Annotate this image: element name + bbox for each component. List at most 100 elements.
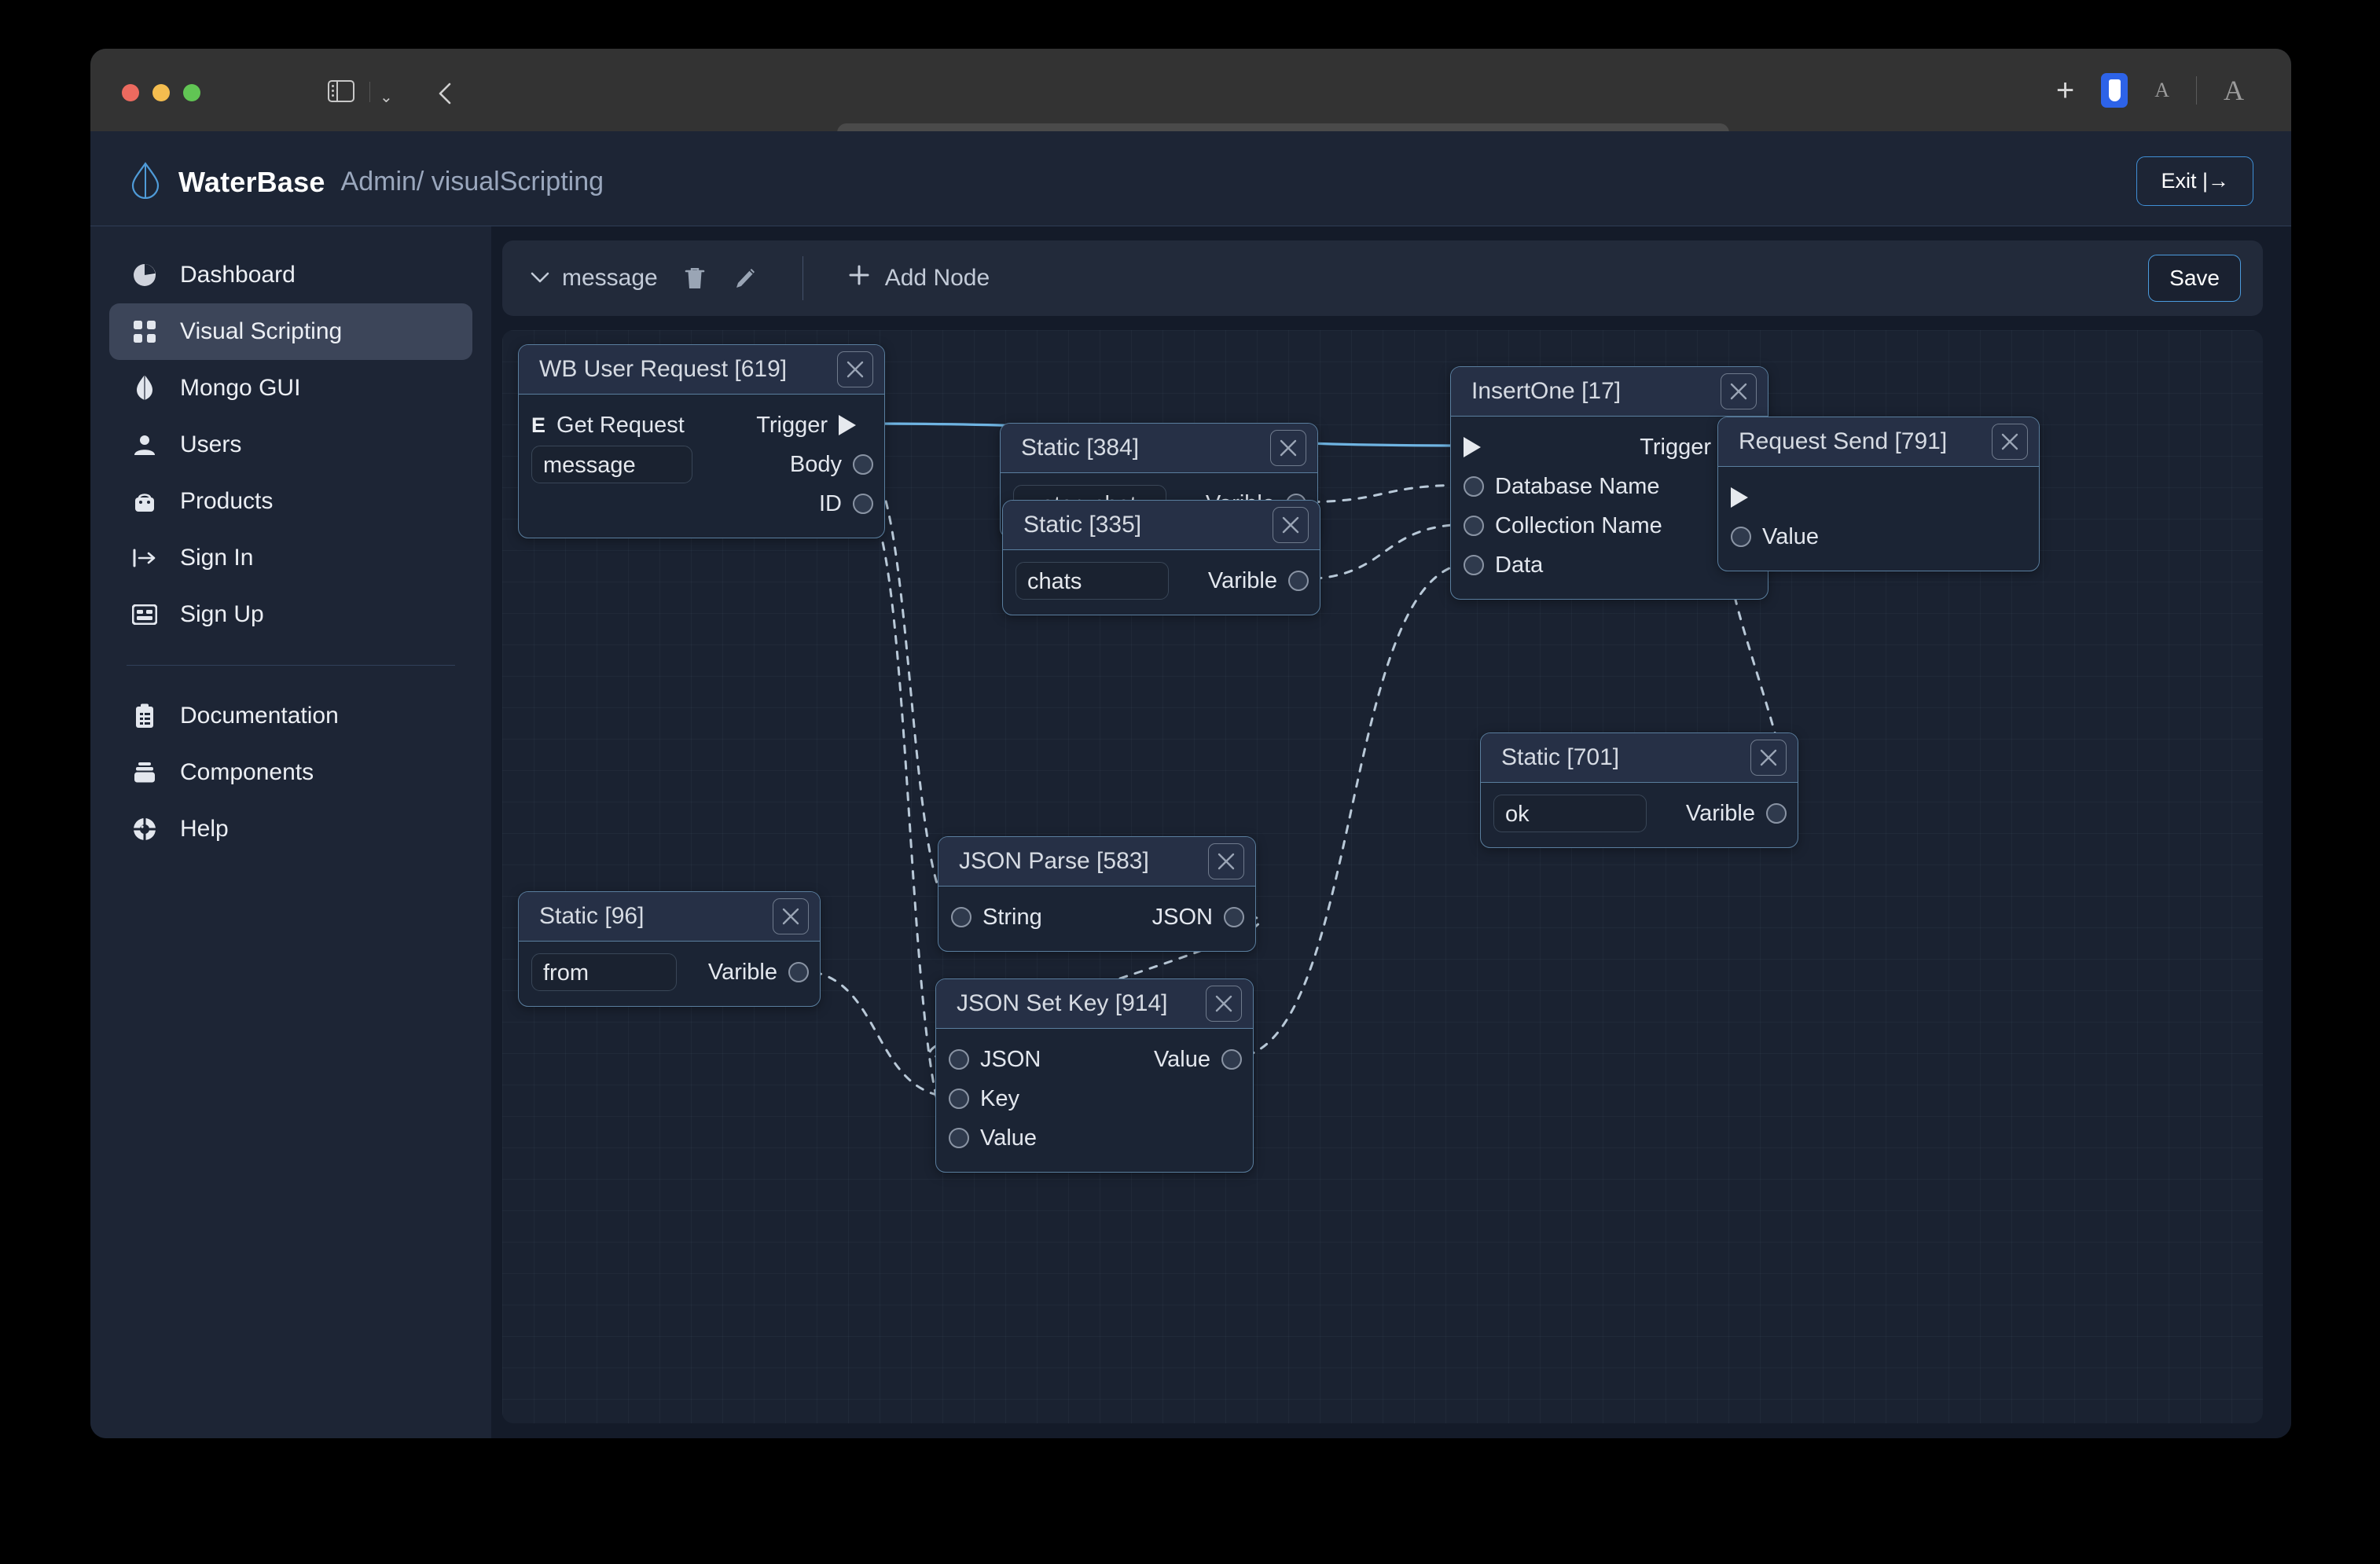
node-port-row: E Get Request Trigger: [519, 406, 884, 445]
close-icon[interactable]: [1273, 507, 1309, 543]
script-selector[interactable]: message: [529, 265, 658, 292]
sidebar-item-dashboard[interactable]: Dashboard: [109, 247, 472, 303]
stack-icon: [131, 759, 158, 786]
data-in-port[interactable]: [949, 1049, 969, 1070]
minimize-window-button[interactable]: [152, 84, 170, 101]
node-header[interactable]: Static [701]: [1481, 733, 1798, 783]
node-port-row: String JSON: [938, 898, 1255, 937]
node-port-row: message Body: [519, 445, 884, 484]
app-body: Dashboard Visual Scripting Mongo GUI Use…: [90, 226, 2291, 1438]
close-window-button[interactable]: [122, 84, 139, 101]
node-n335[interactable]: Static [335] chats Varible: [1002, 500, 1320, 615]
node-header[interactable]: InsertOne [17]: [1451, 367, 1768, 417]
node-header[interactable]: Static [335]: [1003, 501, 1320, 550]
data-out-port[interactable]: [1224, 907, 1244, 927]
data-in-port[interactable]: [1464, 476, 1484, 497]
node-n96[interactable]: Static [96] from Varible: [518, 891, 821, 1007]
node-header[interactable]: Request Send [791]: [1718, 417, 2039, 467]
data-in-port[interactable]: [1464, 555, 1484, 575]
node-n701[interactable]: Static [701] ok Varible: [1480, 732, 1798, 848]
exec-out-port[interactable]: [839, 415, 873, 435]
close-icon[interactable]: [1750, 740, 1787, 776]
sidebar-item-help[interactable]: Help: [109, 801, 472, 857]
node-header[interactable]: JSON Set Key [914]: [936, 979, 1253, 1029]
data-out-port[interactable]: [853, 494, 873, 514]
exec-in-port[interactable]: [1731, 487, 1765, 508]
user-icon: [131, 431, 158, 458]
back-button[interactable]: [432, 80, 459, 107]
sidebar-item-sign-in[interactable]: Sign In: [109, 530, 472, 586]
sidebar-item-label: Help: [180, 816, 229, 842]
exit-button[interactable]: Exit |→: [2136, 156, 2253, 206]
close-icon[interactable]: [837, 351, 873, 387]
node-n914[interactable]: JSON Set Key [914] JSON Value Key Value: [935, 978, 1254, 1173]
node-n791[interactable]: Request Send [791] Value: [1717, 417, 2040, 571]
close-icon[interactable]: [1270, 430, 1306, 466]
edge: [797, 969, 957, 1099]
value-input[interactable]: message: [531, 446, 692, 483]
sidebar-item-mongo-gui[interactable]: Mongo GUI: [109, 360, 472, 417]
data-in-port[interactable]: [1464, 516, 1484, 536]
close-icon[interactable]: [1208, 843, 1244, 879]
node-n583[interactable]: JSON Parse [583] String JSON: [938, 836, 1256, 952]
node-n619[interactable]: WB User Request [619] E Get Request Trigger…: [518, 344, 885, 538]
port-label: Trigger: [756, 412, 828, 438]
sidebar-toggle-icon[interactable]: [328, 80, 356, 104]
port-label: Collection Name: [1495, 512, 1662, 538]
node-port-row: Value: [936, 1118, 1253, 1158]
node-header[interactable]: JSON Parse [583]: [938, 837, 1255, 887]
port-label: Database Name: [1495, 473, 1660, 499]
data-out-port[interactable]: [853, 454, 873, 475]
close-icon[interactable]: [1721, 373, 1757, 409]
save-button[interactable]: Save: [2148, 255, 2241, 302]
plus-icon[interactable]: +: [2056, 75, 2074, 106]
data-out-port[interactable]: [1221, 1049, 1242, 1070]
exec-in-port[interactable]: [1464, 437, 1498, 457]
trash-icon[interactable]: [681, 265, 708, 292]
port-label: JSON: [1151, 904, 1213, 930]
data-in-port[interactable]: [949, 1089, 969, 1109]
node-header[interactable]: Static [96]: [519, 892, 820, 942]
data-out-port[interactable]: [1766, 803, 1787, 824]
data-in-port[interactable]: [1731, 527, 1751, 547]
sidebar-item-products[interactable]: Products: [109, 473, 472, 530]
node-body: E Get Request Trigger message Body ID: [519, 395, 884, 538]
sidebar-item-visual-scripting[interactable]: Visual Scripting: [109, 303, 472, 360]
main-area: message Add Node Save WB User Request [6…: [491, 226, 2291, 1438]
data-in-port[interactable]: [949, 1128, 969, 1148]
node-header[interactable]: Static [384]: [1001, 424, 1317, 473]
node-canvas[interactable]: WB User Request [619] E Get Request Trigger…: [502, 330, 2263, 1423]
data-out-port[interactable]: [788, 962, 809, 982]
maximize-window-button[interactable]: [183, 84, 200, 101]
node-title: Static [701]: [1501, 744, 1620, 770]
node-port-row: chats Varible: [1003, 561, 1320, 600]
shield-icon[interactable]: [2101, 72, 2128, 108]
close-icon[interactable]: [773, 898, 809, 934]
pencil-icon[interactable]: [732, 265, 758, 292]
increase-font-icon[interactable]: A: [2224, 74, 2244, 107]
data-out-port[interactable]: [1288, 571, 1309, 591]
port-label: Value: [980, 1125, 1038, 1151]
sidebar-item-users[interactable]: Users: [109, 417, 472, 473]
node-header[interactable]: WB User Request [619]: [519, 345, 884, 395]
node-title: Static [335]: [1023, 512, 1142, 538]
browser-chrome: ⌄ localhost + A A: [90, 49, 2291, 174]
sidebar-item-components[interactable]: Components: [109, 744, 472, 801]
add-node-button[interactable]: Add Node: [847, 263, 990, 293]
port-label: Trigger: [1640, 434, 1711, 460]
node-port-row: [1718, 478, 2039, 517]
value-input[interactable]: chats: [1016, 562, 1169, 600]
sidebar-item-sign-up[interactable]: Sign Up: [109, 586, 472, 643]
port-label: Value: [1153, 1046, 1210, 1072]
close-icon[interactable]: [1992, 424, 2028, 460]
value-input[interactable]: from: [531, 953, 677, 991]
port-label: String: [982, 904, 1042, 930]
value-input[interactable]: ok: [1493, 795, 1647, 832]
close-icon[interactable]: [1206, 986, 1242, 1022]
bag-icon: [131, 488, 158, 515]
add-node-label: Add Node: [884, 265, 990, 291]
sidebar-item-documentation[interactable]: Documentation: [109, 688, 472, 744]
chevron-down-icon[interactable]: ⌄: [380, 90, 393, 105]
data-in-port[interactable]: [951, 907, 971, 927]
decrease-font-icon[interactable]: A: [2154, 79, 2169, 102]
